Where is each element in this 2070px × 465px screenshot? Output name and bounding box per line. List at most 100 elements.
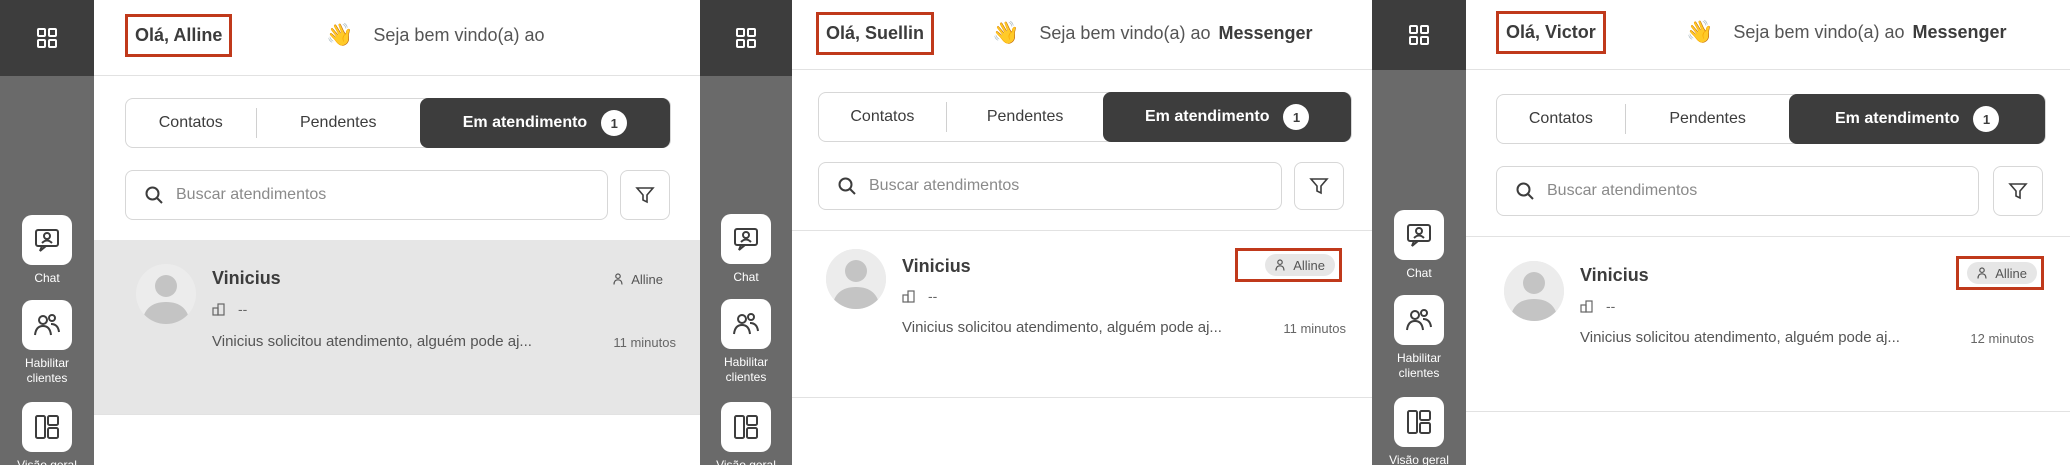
menu-button[interactable] — [1372, 0, 1466, 70]
tab-label: Em atendimento — [462, 114, 588, 131]
count-badge: 1 — [601, 110, 628, 136]
dashboard-icon — [35, 415, 59, 439]
chat-icon — [35, 229, 59, 252]
building-icon — [212, 303, 225, 316]
contact-name: Vinicius — [212, 268, 281, 288]
tab-em-atendimento[interactable]: Em atendimento 1 — [1789, 94, 2045, 144]
filter-button[interactable] — [1294, 162, 1344, 210]
sidebar-item-label: Visão geral — [17, 458, 77, 465]
tab-pendentes[interactable]: Pendentes — [1626, 95, 1790, 143]
header: Olá, Suellin 👋 Seja bem vindo(a) ao Mess… — [792, 0, 1372, 70]
person-icon — [1977, 267, 1987, 279]
tab-pendentes[interactable]: Pendentes — [257, 99, 420, 147]
last-message: Vinicius solicitou atendimento, alguém p… — [212, 333, 532, 350]
tab-contatos[interactable]: Contatos — [126, 99, 256, 147]
subinfo-text: -- — [238, 301, 248, 317]
main-area: Olá, Alline 👋 Seja bem vindo(a) ao Conta… — [94, 0, 700, 465]
sidebar-item-label: Chat — [34, 271, 60, 285]
tab-contatos[interactable]: Contatos — [1497, 95, 1625, 143]
search-input[interactable]: Buscar atendimentos — [125, 170, 608, 220]
sidebar-item-label: Chat — [733, 270, 759, 284]
dashboard-icon — [734, 415, 758, 439]
greeting: Olá, Victor — [1496, 11, 1606, 54]
brand-name: Messenger — [1218, 22, 1313, 43]
users-icon — [1406, 309, 1432, 331]
contact-subinfo: -- — [1580, 298, 1615, 314]
sidebar: Chat Habilitar clientes Visão geral — [0, 0, 94, 465]
tab-pendentes[interactable]: Pendentes — [947, 93, 1104, 141]
person-icon — [1275, 259, 1285, 271]
agent-name: Alline — [1293, 257, 1325, 273]
sidebar-item-habilitar-clientes[interactable]: Habilitar clientes — [700, 299, 792, 385]
sidebar-item-label: Visão geral — [1389, 453, 1449, 465]
list-item[interactable]: Vinicius Alline -- Vinicius solicitou at… — [1466, 236, 2070, 412]
tab-bar: Contatos Pendentes Em atendimento 1 — [1496, 94, 2046, 144]
sidebar-item-habilitar-clientes[interactable]: Habilitar clientes — [1372, 295, 1466, 381]
contact-name: Vinicius — [1580, 265, 1649, 285]
filter-button[interactable] — [620, 170, 670, 220]
menu-button[interactable] — [700, 0, 792, 76]
main-area: Olá, Suellin 👋 Seja bem vindo(a) ao Mess… — [792, 0, 1372, 465]
chat-icon — [1407, 224, 1431, 247]
search-icon — [1516, 182, 1534, 200]
welcome-text: Seja bem vindo(a) ao — [1733, 21, 1905, 42]
list-item[interactable]: Vinicius Alline -- Vinicius solicitou at… — [94, 240, 700, 415]
last-message: Vinicius solicitou atendimento, alguém p… — [1580, 329, 1900, 346]
header: Olá, Victor 👋 Seja bem vindo(a) ao Messe… — [1466, 0, 2070, 70]
sidebar-item-label: Habilitar clientes — [1396, 351, 1441, 380]
wave-icon: 👋 — [1686, 19, 1714, 44]
tab-contatos[interactable]: Contatos — [819, 93, 946, 141]
avatar — [136, 264, 196, 324]
contact-subinfo: -- — [212, 301, 247, 317]
agent-tag: Alline — [603, 268, 673, 290]
agent-tag: Alline — [1265, 254, 1335, 276]
search-icon — [145, 186, 163, 204]
search-placeholder: Buscar atendimentos — [869, 177, 1020, 194]
tab-bar: Contatos Pendentes Em atendimento 1 — [125, 98, 671, 148]
sidebar-item-chat[interactable]: Chat — [700, 214, 792, 285]
agent-name: Alline — [631, 271, 663, 287]
main-area: Olá, Victor 👋 Seja bem vindo(a) ao Messe… — [1466, 0, 2070, 465]
sidebar-item-label: Habilitar clientes — [24, 356, 69, 385]
welcome-text: Seja bem vindo(a) ao — [373, 24, 545, 45]
sidebar-item-visao-geral[interactable]: Visão geral — [0, 402, 94, 465]
tab-bar: Contatos Pendentes Em atendimento 1 — [818, 92, 1352, 142]
agent-tag: Alline — [1967, 262, 2037, 284]
greeting: Olá, Suellin — [816, 12, 935, 55]
search-icon — [838, 177, 856, 195]
welcome-message: 👋 Seja bem vindo(a) ao — [326, 20, 553, 50]
search-placeholder: Buscar atendimentos — [1547, 182, 1698, 199]
tab-label: Em atendimento — [1835, 110, 1960, 127]
elapsed-time: 11 minutos — [1283, 321, 1346, 336]
sidebar-item-visao-geral[interactable]: Visão geral — [700, 402, 792, 465]
search-placeholder: Buscar atendimentos — [176, 186, 327, 203]
avatar — [826, 249, 886, 309]
header: Olá, Alline 👋 Seja bem vindo(a) ao — [94, 0, 700, 76]
subinfo-text: -- — [928, 288, 938, 304]
tab-label: Em atendimento — [1145, 108, 1270, 125]
sidebar-item-visao-geral[interactable]: Visão geral — [1372, 397, 1466, 465]
search-input[interactable]: Buscar atendimentos — [1496, 166, 1979, 216]
filter-button[interactable] — [1993, 166, 2043, 216]
menu-button[interactable] — [0, 0, 94, 76]
grid-icon — [1409, 25, 1429, 45]
screen-2: Chat Habilitar clientes Visão geral Olá,… — [700, 0, 1372, 465]
building-icon — [1580, 300, 1593, 313]
users-icon — [733, 313, 759, 335]
sidebar-item-habilitar-clientes[interactable]: Habilitar clientes — [0, 300, 94, 386]
search-input[interactable]: Buscar atendimentos — [818, 162, 1282, 210]
list-item[interactable]: Vinicius Alline -- Vinicius solicitou at… — [792, 230, 1372, 398]
chat-icon — [734, 228, 758, 251]
tab-em-atendimento[interactable]: Em atendimento 1 — [419, 98, 671, 148]
sidebar-item-chat[interactable]: Chat — [1372, 210, 1466, 281]
wave-icon: 👋 — [992, 20, 1020, 45]
sidebar-item-label: Habilitar clientes — [723, 355, 768, 384]
elapsed-time: 11 minutos — [613, 335, 676, 350]
sidebar-item-chat[interactable]: Chat — [0, 215, 94, 286]
screen-1: Chat Habilitar clientes Visão geral Olá,… — [0, 0, 700, 465]
screen-3: Chat Habilitar clientes Visão geral Olá,… — [1372, 0, 2070, 465]
grid-icon — [736, 28, 756, 48]
filter-icon — [635, 187, 655, 204]
tab-em-atendimento[interactable]: Em atendimento 1 — [1103, 92, 1351, 142]
grid-icon — [37, 28, 57, 48]
